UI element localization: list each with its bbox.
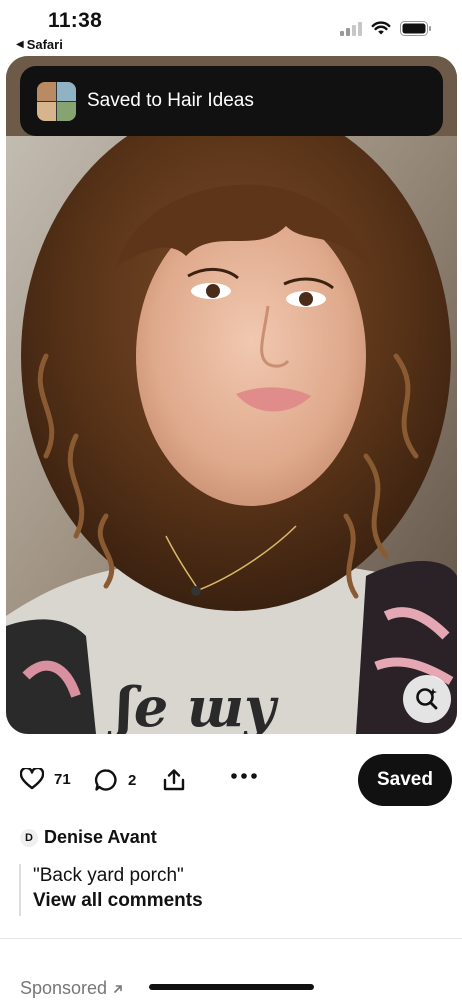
share-icon — [163, 769, 185, 791]
board-thumbnail — [37, 81, 76, 121]
view-all-comments-link[interactable]: View all comments — [33, 888, 203, 914]
divider — [0, 938, 462, 939]
visual-search-button[interactable] — [403, 675, 451, 723]
toast-message: Saved to Hair Ideas — [87, 90, 254, 111]
heart-icon — [20, 768, 44, 790]
comments-preview: "Back yard porch" View all comments — [19, 864, 203, 916]
saved-toast[interactable]: Saved to Hair Ideas — [20, 66, 443, 136]
wifi-icon — [371, 21, 391, 35]
cellular-signal-icon — [340, 21, 362, 36]
pin-actions: 71 2 Saved — [0, 752, 462, 808]
back-app-label: Safari — [26, 37, 63, 52]
more-options-button[interactable] — [231, 773, 257, 779]
author-name: Denise Avant — [44, 827, 157, 847]
comment-text: "Back yard porch" — [33, 865, 184, 886]
comment-button[interactable]: 2 — [94, 768, 136, 792]
system-icons — [340, 21, 432, 36]
like-button[interactable]: 71 — [20, 768, 71, 790]
back-triangle-icon: ◀ — [16, 39, 24, 50]
home-indicator[interactable] — [149, 984, 314, 990]
sponsored-label[interactable]: Sponsored — [20, 978, 123, 999]
pin-photo: ʃe ɯy — [6, 56, 457, 734]
status-bar: 11:38 ◀ Safari — [0, 0, 462, 56]
more-dots-icon — [231, 773, 257, 779]
status-time: 11:38 — [48, 9, 103, 32]
like-count: 71 — [54, 770, 71, 788]
avatar: D — [20, 828, 38, 847]
battery-icon — [400, 21, 431, 36]
back-to-safari-link[interactable]: ◀ Safari — [16, 37, 63, 52]
share-button[interactable] — [163, 768, 185, 792]
pin-image[interactable]: ʃe ɯy — [6, 56, 457, 734]
arrow-up-right-icon — [114, 984, 122, 993]
comment-count: 2 — [128, 771, 137, 789]
pin-author[interactable]: D Denise Avant — [20, 827, 157, 848]
comment-bubble-icon — [94, 769, 117, 791]
svg-text:ʃe ɯy: ʃe ɯy — [107, 675, 279, 734]
saved-button[interactable]: Saved — [358, 754, 452, 806]
sponsored-text: Sponsored — [20, 978, 108, 998]
visual-search-icon — [416, 688, 438, 710]
